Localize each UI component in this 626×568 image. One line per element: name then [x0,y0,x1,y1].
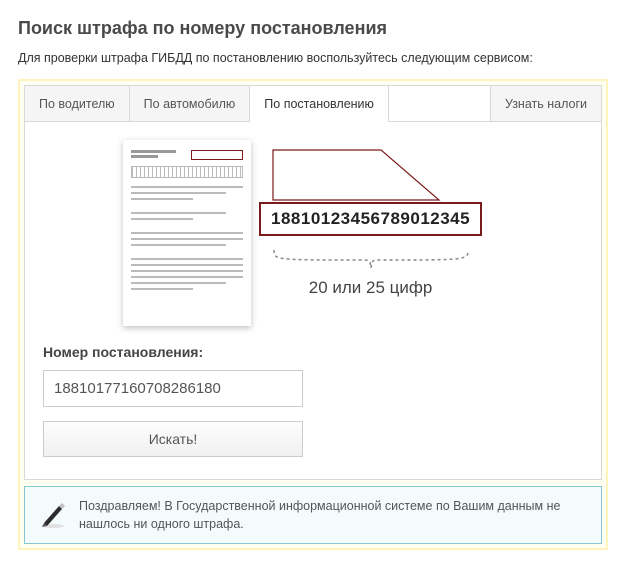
tab-spacer [389,86,490,122]
result-message-text: Поздравляем! В Государственной информаци… [79,497,587,533]
tab-by-resolution[interactable]: По постановлению [250,86,389,122]
curly-brace-icon [266,246,476,274]
example-resolution-number: 18810123456789012345 [259,202,482,236]
pen-icon [39,501,67,529]
page-title: Поиск штрафа по номеру постановления [18,18,608,39]
illustration: 18810123456789012345 20 или 25 цифр [123,140,583,326]
resolution-number-label: Номер постановления: [43,344,583,360]
callout: 18810123456789012345 20 или 25 цифр [259,140,482,298]
connector-line-icon [271,144,471,202]
tab-by-driver[interactable]: По водителю [25,86,130,122]
service-panel-outer: По водителю По автомобилю По постановлен… [18,79,608,550]
digits-hint: 20 или 25 цифр [309,278,433,298]
search-button[interactable]: Искать! [43,421,303,457]
tab-by-car[interactable]: По автомобилю [130,86,251,122]
tab-taxes[interactable]: Узнать налоги [490,86,601,122]
service-panel: По водителю По автомобилю По постановлен… [24,85,602,480]
result-message-box: Поздравляем! В Государственной информаци… [24,486,602,544]
resolution-number-input[interactable] [43,370,303,407]
document-thumb-icon [123,140,251,326]
highlight-box-icon [191,150,243,160]
page-subtitle: Для проверки штрафа ГИБДД по постановлен… [18,51,608,65]
tab-content: 18810123456789012345 20 или 25 цифр Номе… [25,122,601,479]
tab-bar: По водителю По автомобилю По постановлен… [25,86,601,122]
